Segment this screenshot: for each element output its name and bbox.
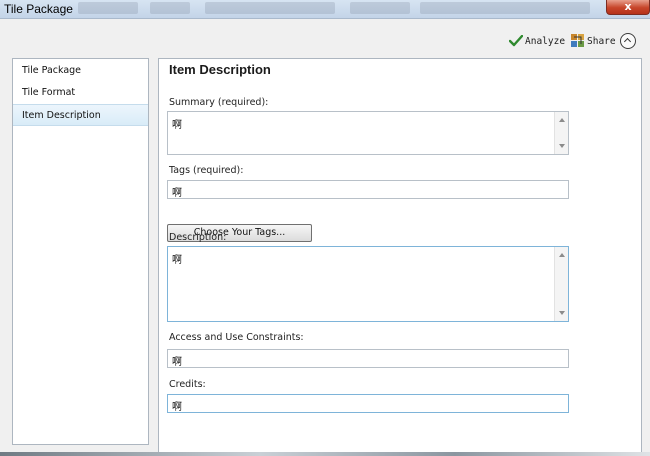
summary-value: 啊 <box>172 120 182 131</box>
summary-label: Summary (required): <box>169 97 269 108</box>
background-toolbar-ghost <box>205 2 335 14</box>
summary-textarea[interactable]: 啊 <box>167 111 569 155</box>
share-button[interactable]: Share <box>571 33 616 49</box>
access-constraints-input[interactable]: 啊 <box>167 349 569 368</box>
sidebar-item-item-description[interactable]: Item Description <box>13 104 148 126</box>
background-toolbar-ghost <box>350 2 410 14</box>
window-title: Tile Package <box>4 2 73 16</box>
page-title: Item Description <box>169 62 271 77</box>
close-button[interactable]: x <box>606 0 650 15</box>
checkmark-icon <box>509 35 523 47</box>
share-label: Share <box>587 35 616 47</box>
sidebar-nav: Tile Package Tile Format Item Descriptio… <box>12 58 149 445</box>
credits-value: 啊 <box>172 402 182 413</box>
access-constraints-label: Access and Use Constraints: <box>169 332 304 343</box>
scroll-up-icon[interactable] <box>559 253 565 257</box>
window-bottom-edge <box>0 452 650 456</box>
background-toolbar-ghost <box>150 2 190 14</box>
background-toolbar-ghost <box>78 2 138 14</box>
description-value: 啊 <box>172 255 182 266</box>
item-description-panel: Item Description Summary (required): 啊 T… <box>158 58 642 456</box>
tags-input[interactable]: 啊 <box>167 180 569 199</box>
description-textarea[interactable]: 啊 <box>167 246 569 322</box>
analyze-button[interactable]: Analyze <box>509 33 565 49</box>
summary-scrollbar[interactable] <box>554 112 568 154</box>
credits-input[interactable]: 啊 <box>167 394 569 413</box>
close-icon: x <box>624 0 632 13</box>
credits-label: Credits: <box>169 379 206 390</box>
scroll-down-icon[interactable] <box>559 311 565 315</box>
tags-value: 啊 <box>172 188 182 199</box>
tags-label: Tags (required): <box>169 165 244 176</box>
description-label: Description: <box>169 232 227 243</box>
access-constraints-value: 啊 <box>172 357 182 368</box>
window-client: Analyze Share Tile Package Tile Format I… <box>0 19 650 456</box>
description-scrollbar[interactable] <box>554 247 568 321</box>
sidebar-item-tile-package[interactable]: Tile Package <box>13 60 148 82</box>
share-grid-icon <box>571 34 584 47</box>
collapse-chevron-up-icon[interactable] <box>620 33 636 49</box>
background-toolbar-ghost <box>420 2 590 14</box>
title-bar: Tile Package x <box>0 0 650 19</box>
scroll-up-icon[interactable] <box>559 118 565 122</box>
analyze-label: Analyze <box>525 35 566 47</box>
sidebar-item-tile-format[interactable]: Tile Format <box>13 82 148 104</box>
scroll-down-icon[interactable] <box>559 144 565 148</box>
